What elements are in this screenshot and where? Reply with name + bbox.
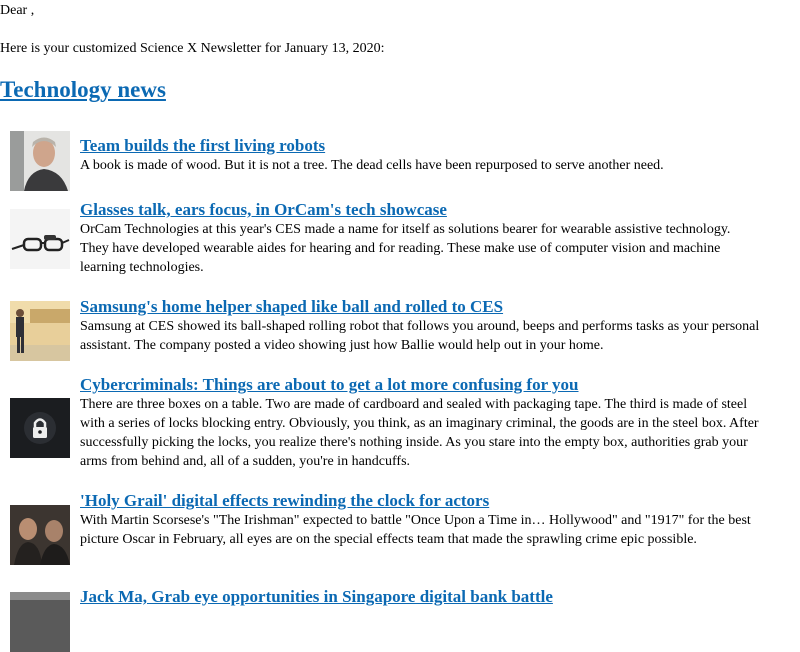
article-summary: Samsung at CES showed its ball-shaped ro… xyxy=(80,319,760,353)
padlock-icon xyxy=(10,398,70,458)
article-summary: OrCam Technologies at this year's CES ma… xyxy=(80,222,731,275)
article-headline-link[interactable]: Cybercriminals: Things are about to get … xyxy=(80,375,762,395)
newsletter-intro: Here is your customized Science X Newsle… xyxy=(0,41,385,56)
news-photo-icon xyxy=(10,592,70,652)
article-thumbnail[interactable] xyxy=(10,131,70,191)
article-summary: A book is made of wood. But it is not a … xyxy=(80,158,664,173)
article-headline-link[interactable]: Jack Ma, Grab eye opportunities in Singa… xyxy=(80,587,762,607)
article-headline-link[interactable]: Team builds the first living robots xyxy=(80,136,762,156)
article-headline-link[interactable]: 'Holy Grail' digital effects rewinding t… xyxy=(80,491,762,511)
greeting: Dear , xyxy=(0,3,35,18)
glasses-icon xyxy=(10,209,70,269)
article-thumbnail[interactable] xyxy=(10,398,70,458)
article-summary: There are three boxes on a table. Two ar… xyxy=(80,397,759,469)
article-thumbnail[interactable] xyxy=(10,592,70,652)
article-thumbnail[interactable] xyxy=(10,301,70,361)
article-thumbnail[interactable] xyxy=(10,505,70,565)
presenter-stage-icon xyxy=(10,301,70,361)
article-headline-link[interactable]: Samsung's home helper shaped like ball a… xyxy=(80,297,762,317)
section-title-technology-news[interactable]: Technology news xyxy=(0,76,166,104)
man-portrait-icon xyxy=(10,131,70,191)
article-headline-link[interactable]: Glasses talk, ears focus, in OrCam's tec… xyxy=(80,200,762,220)
article-thumbnail[interactable] xyxy=(10,209,70,269)
article-summary: With Martin Scorsese's "The Irishman" ex… xyxy=(80,513,751,547)
film-still-icon xyxy=(10,505,70,565)
